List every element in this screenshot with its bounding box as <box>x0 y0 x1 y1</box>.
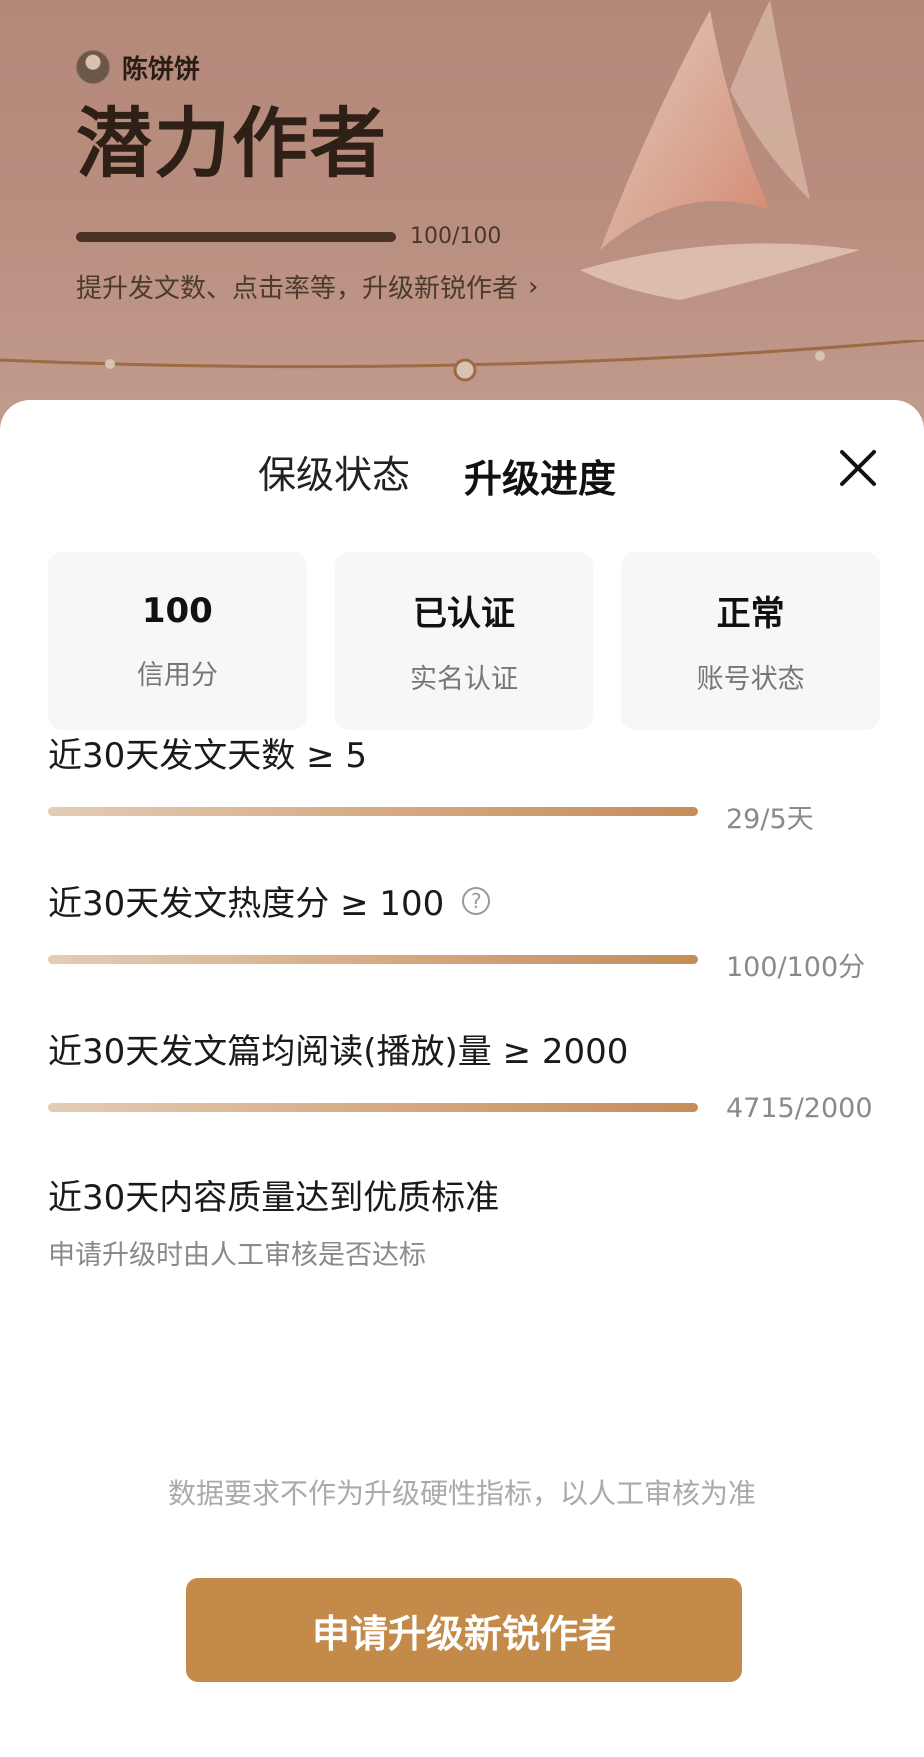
account-status-value: 正常 <box>716 594 785 634</box>
upgrade-sheet: 保级状态 升级进度 100 信用分 已认证 实名认证 正常 账号状态 近30天发… <box>0 400 924 1757</box>
tab-bar: 保级状态 升级进度 <box>0 444 924 504</box>
chevron-right-icon: › <box>528 271 539 302</box>
page: 陈饼饼 潜力作者 100/100 提升发文数、点击率等，升级新锐作者 › 保级状… <box>0 0 924 1757</box>
progress-track <box>48 807 698 816</box>
requirement-title: 近30天发文热度分 ≥ 100 ? <box>48 876 878 925</box>
credit-score-value: 100 <box>141 590 213 631</box>
requirement-progress: 4715/2000 <box>48 1093 878 1129</box>
apply-upgrade-button[interactable]: 申请升级新锐作者 <box>186 1578 742 1682</box>
close-icon[interactable] <box>836 446 880 490</box>
user-row[interactable]: 陈饼饼 <box>76 50 201 85</box>
level-progress-fill <box>76 232 396 242</box>
requirement-title: 近30天发文天数 ≥ 5 <box>48 728 878 777</box>
real-name-card: 已认证 实名认证 <box>334 552 594 730</box>
requirement-title-text: 近30天内容质量达到优质标准 <box>48 1178 500 1218</box>
requirement-subtitle: 申请升级时由人工审核是否达标 <box>48 1240 426 1271</box>
sail-illustration <box>580 0 860 300</box>
requirement-heat-score: 近30天发文热度分 ≥ 100 ? 100/100分 <box>48 876 878 983</box>
requirement-progress: 29/5天 <box>48 799 878 835</box>
progress-text: 100/100分 <box>726 952 866 983</box>
credit-score-label: 信用分 <box>136 659 218 691</box>
tab-upgrade-progress[interactable]: 升级进度 <box>464 448 616 503</box>
help-circle-icon[interactable]: ? <box>462 886 491 915</box>
progress-fill <box>48 955 698 964</box>
account-status-label: 账号状态 <box>696 664 805 695</box>
level-title: 潜力作者 <box>76 99 388 188</box>
requirement-title-text: 近30天发文篇均阅读(播放)量 ≥ 2000 <box>48 1032 629 1072</box>
progress-track <box>48 1103 698 1112</box>
requirement-title: 近30天发文篇均阅读(播放)量 ≥ 2000 <box>48 1024 878 1073</box>
requirement-progress: 100/100分 <box>48 947 878 983</box>
account-status-card: 正常 账号状态 <box>621 552 881 730</box>
hero-header: 陈饼饼 潜力作者 100/100 提升发文数、点击率等，升级新锐作者 › <box>0 0 924 440</box>
username: 陈饼饼 <box>122 54 201 85</box>
requirement-title-text: 近30天发文热度分 ≥ 100 <box>48 884 445 924</box>
requirement-title-text: 近30天发文天数 ≥ 5 <box>48 736 367 776</box>
progress-fill <box>48 807 698 816</box>
avatar[interactable] <box>76 50 110 84</box>
real-name-value: 已认证 <box>413 594 515 634</box>
upgrade-hint-text: 提升发文数、点击率等，升级新锐作者 <box>76 274 519 304</box>
credit-score-card: 100 信用分 <box>48 552 307 730</box>
requirement-post-days: 近30天发文天数 ≥ 5 29/5天 <box>48 728 878 835</box>
disclaimer-text: 数据要求不作为升级硬性指标，以人工审核为准 <box>167 1477 756 1510</box>
upgrade-hint-link[interactable]: 提升发文数、点击率等，升级新锐作者 › <box>76 268 538 305</box>
progress-fill <box>48 1103 698 1112</box>
level-progress-text: 100/100 <box>410 224 502 249</box>
level-path-decoration <box>0 340 924 382</box>
real-name-label: 实名认证 <box>410 664 518 695</box>
requirement-avg-reads: 近30天发文篇均阅读(播放)量 ≥ 2000 4715/2000 <box>48 1024 878 1129</box>
requirement-content-quality: 近30天内容质量达到优质标准 申请升级时由人工审核是否达标 <box>48 1170 878 1272</box>
progress-text: 4715/2000 <box>726 1093 873 1124</box>
progress-track <box>48 955 698 964</box>
requirement-title: 近30天内容质量达到优质标准 <box>48 1170 878 1219</box>
progress-text: 29/5天 <box>726 804 814 835</box>
level-progress-bar <box>76 232 396 242</box>
status-cards: 100 信用分 已认证 实名认证 正常 账号状态 <box>48 552 881 730</box>
tab-keep-level[interactable]: 保级状态 <box>258 444 410 499</box>
